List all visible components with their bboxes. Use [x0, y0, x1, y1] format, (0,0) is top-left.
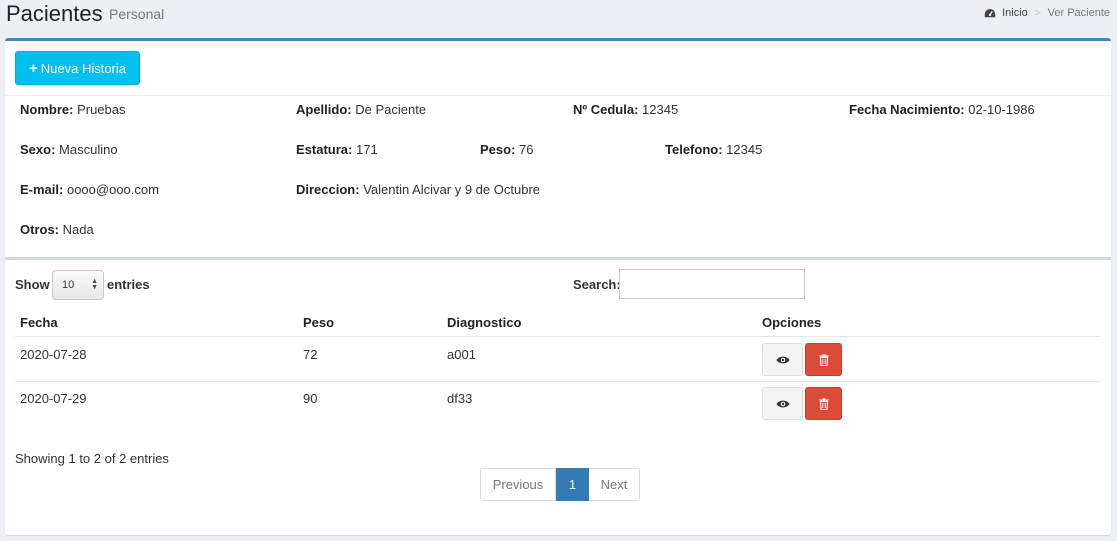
info-email-value: oooo@ooo.com: [66, 182, 159, 197]
info-estatura-value: 171: [355, 142, 378, 157]
cell-peso: 72: [303, 347, 318, 362]
info-sexo-value: Masculino: [59, 142, 118, 157]
info-estatura-label: Estatura:: [296, 142, 353, 157]
info-estatura: Estatura: 171: [296, 142, 378, 157]
info-nombre-value: Pruebas: [77, 102, 126, 117]
info-direccion-label: Direccion:: [296, 182, 360, 197]
info-nombre: Nombre: Pruebas: [20, 102, 126, 117]
info-sexo-label: Sexo:: [20, 142, 56, 157]
plus-icon: +: [28, 59, 38, 77]
delete-button[interactable]: [805, 343, 842, 376]
info-otros-label: Otros:: [20, 222, 59, 237]
entries-select[interactable]: 10 ▲ ▼: [52, 270, 104, 300]
entries-select-value: 10: [62, 279, 75, 291]
breadcrumb: Inicio > Ver Paciente: [984, 7, 1110, 19]
info-fecha-nacimiento: Fecha Nacimiento: 02-10-1986: [849, 102, 1035, 117]
trash-icon: [819, 353, 828, 366]
column-header-peso[interactable]: Peso: [303, 315, 334, 330]
table-header-rule: [15, 336, 1101, 337]
info-telefono-label: Telefono:: [665, 142, 723, 157]
row-separator: [15, 381, 1101, 382]
info-email-label: E-mail:: [20, 182, 64, 197]
cell-diagnostico: df33: [447, 391, 473, 406]
cell-fecha: 2020-07-28: [20, 347, 87, 362]
info-otros-value: Nada: [62, 222, 94, 237]
new-history-button[interactable]: + Nueva Historia: [15, 51, 140, 85]
delete-button[interactable]: [805, 387, 842, 420]
info-cedula-value: 12345: [642, 102, 679, 117]
info-fecha-nacimiento-value: 02-10-1986: [968, 102, 1035, 117]
info-fecha-nacimiento-label: Fecha Nacimiento:: [849, 102, 965, 117]
info-email: E-mail: oooo@ooo.com: [20, 182, 159, 197]
search-input[interactable]: [619, 269, 805, 299]
info-peso-value: 76: [519, 142, 534, 157]
breadcrumb-home-link[interactable]: Inicio: [1002, 7, 1028, 19]
info-telefono: Telefono: 12345: [665, 142, 762, 157]
info-cedula: Nº Cedula: 12345: [573, 102, 678, 117]
entries-label: entries: [107, 277, 150, 292]
view-button[interactable]: [762, 343, 803, 376]
cell-diagnostico: a001: [447, 347, 476, 362]
page-subtitle: Personal: [109, 6, 165, 22]
info-otros: Otros: Nada: [20, 222, 94, 237]
info-apellido: Apellido: De Paciente: [296, 102, 426, 117]
info-peso: Peso: 76: [480, 142, 534, 157]
cell-fecha: 2020-07-29: [20, 391, 87, 406]
search-label: Search:: [573, 277, 621, 292]
info-apellido-value: De Paciente: [355, 102, 427, 117]
info-nombre-label: Nombre:: [20, 102, 74, 117]
info-peso-label: Peso:: [480, 142, 516, 157]
column-header-diagnostico[interactable]: Diagnostico: [447, 315, 521, 330]
pagination-next[interactable]: Next: [589, 468, 640, 501]
info-cedula-label: Nº Cedula:: [573, 102, 639, 117]
dashboard-icon: [984, 8, 996, 17]
new-history-label: Nueva Historia: [40, 60, 127, 76]
pagination: Previous 1 Next: [480, 468, 640, 501]
breadcrumb-separator: >: [1034, 7, 1041, 19]
content-header: Pacientes Personal Inicio > Ver Paciente: [0, 0, 1117, 36]
show-label: Show: [15, 277, 50, 292]
breadcrumb-current: Ver Paciente: [1047, 7, 1110, 19]
info-direccion-value: Valentin Alcivar y 9 de Octubre: [363, 182, 540, 197]
pagination-page-1[interactable]: 1: [556, 468, 589, 501]
column-header-fecha[interactable]: Fecha: [20, 315, 58, 330]
eye-icon: [776, 400, 789, 407]
cell-peso: 90: [303, 391, 318, 406]
column-header-opciones[interactable]: Opciones: [762, 315, 821, 330]
info-apellido-label: Apellido:: [296, 102, 352, 117]
select-arrows-icon: ▲ ▼: [91, 278, 98, 291]
view-button[interactable]: [762, 387, 803, 420]
patient-box: + Nueva Historia Nombre: Pruebas Apellid…: [5, 38, 1111, 535]
info-telefono-value: 12345: [726, 142, 763, 157]
info-sexo: Sexo: Masculino: [20, 142, 118, 157]
info-direccion: Direccion: Valentin Alcivar y 9 de Octub…: [296, 182, 540, 197]
showing-entries-info: Showing 1 to 2 of 2 entries: [15, 451, 169, 466]
trash-icon: [819, 397, 828, 410]
eye-icon: [776, 356, 789, 363]
patient-info: Nombre: Pruebas Apellido: De Paciente Nº…: [5, 95, 1111, 258]
pagination-previous[interactable]: Previous: [480, 468, 556, 501]
section-divider: [5, 257, 1111, 260]
page-title: Pacientes: [6, 1, 103, 26]
